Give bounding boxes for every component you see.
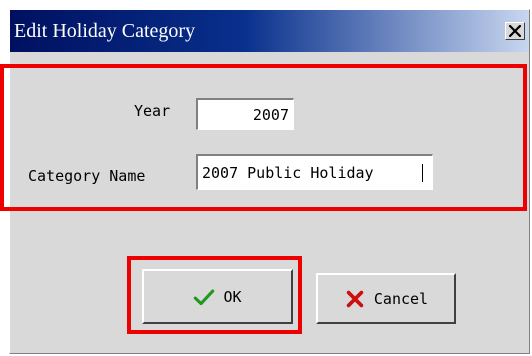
cancel-button-label: Cancel (373, 289, 429, 308)
year-input[interactable] (198, 100, 293, 129)
year-field[interactable] (196, 98, 294, 130)
category-name-label: Category Name (28, 167, 146, 185)
year-label: Year (134, 102, 171, 120)
ok-button[interactable]: OK (142, 269, 293, 324)
category-name-field[interactable] (196, 154, 433, 190)
text-caret (422, 164, 423, 182)
ok-button-label: OK (223, 287, 242, 306)
form-area: Year Category Name OK Cancel (0, 10, 529, 353)
cross-icon (344, 288, 366, 310)
cancel-button[interactable]: Cancel (316, 273, 456, 324)
category-name-input[interactable] (198, 156, 432, 189)
edit-holiday-category-dialog: Edit Holiday Category Year Category Name (0, 9, 530, 354)
checkmark-icon (193, 286, 215, 308)
